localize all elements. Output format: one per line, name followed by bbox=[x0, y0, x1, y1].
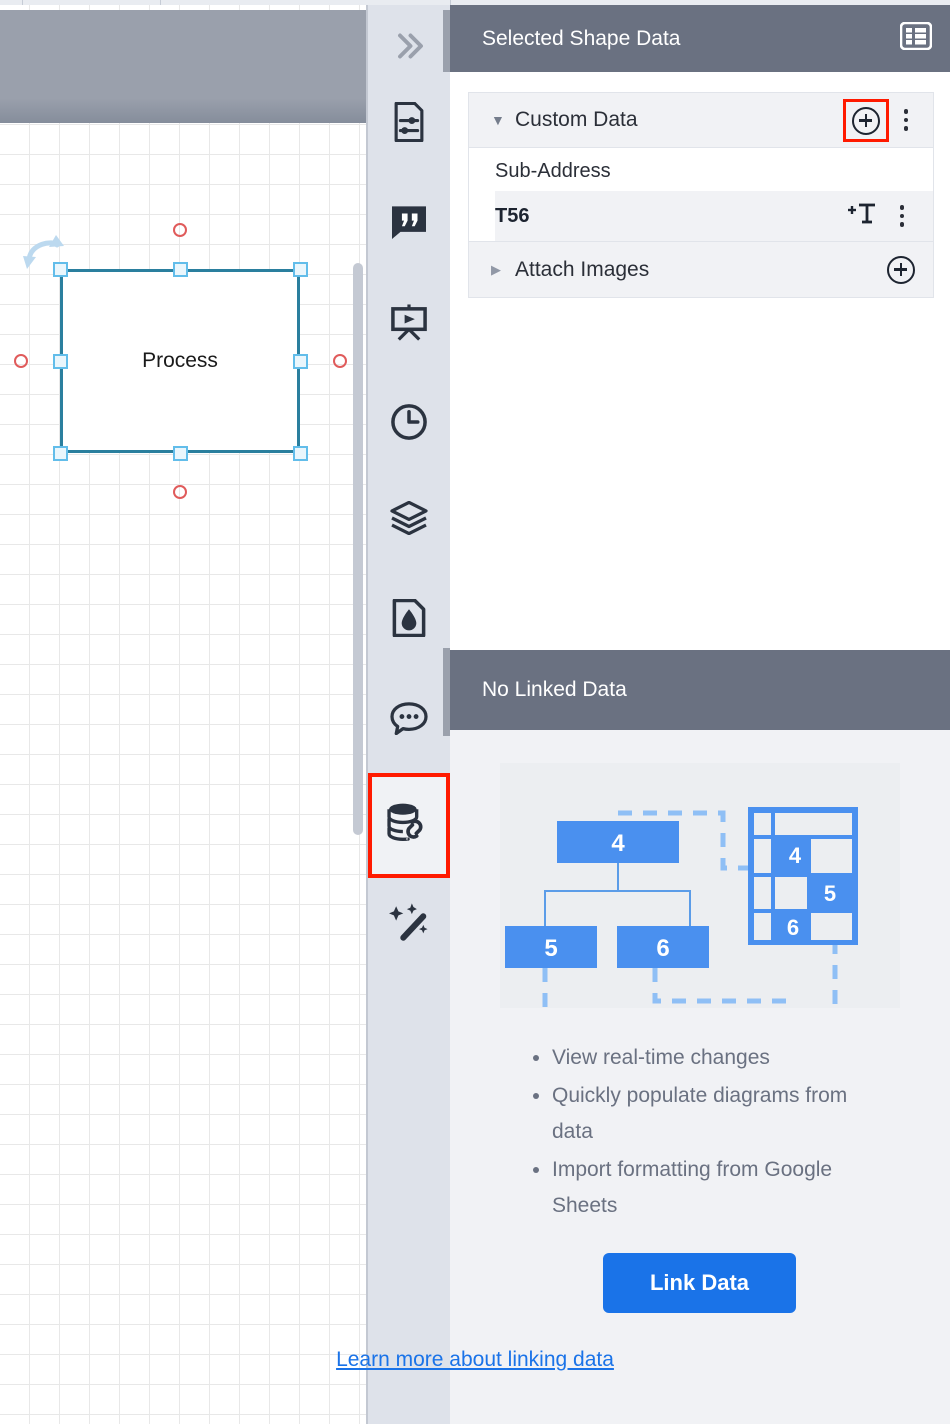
sidebar-item-format-document[interactable] bbox=[368, 81, 450, 167]
field-value-row[interactable]: T56 bbox=[495, 191, 933, 241]
presentation-play-icon bbox=[390, 303, 428, 346]
layers-icon bbox=[390, 500, 428, 540]
feature-bullet-list: View real-time changes Quickly populate … bbox=[528, 1040, 888, 1226]
linked-data-body: 4 5 6 4 5 6 • View real-time changes • Q… bbox=[450, 730, 950, 1424]
comment-dots-icon bbox=[390, 701, 428, 740]
attach-images-section-header[interactable]: ▶ Attach Images bbox=[468, 242, 934, 298]
linked-data-header: No Linked Data bbox=[450, 650, 950, 730]
canvas-vertical-scrollbar[interactable] bbox=[353, 263, 363, 835]
droplet-file-icon bbox=[391, 598, 427, 642]
linked-data-title: No Linked Data bbox=[482, 678, 627, 701]
resize-handle-ne[interactable] bbox=[293, 262, 308, 277]
svg-text:6: 6 bbox=[656, 935, 669, 962]
database-link-icon bbox=[386, 801, 432, 850]
sidebar-item-ai-tools[interactable] bbox=[368, 881, 450, 967]
chevron-down-icon[interactable]: ▼ bbox=[491, 112, 515, 128]
resize-handle-se[interactable] bbox=[293, 446, 308, 461]
svg-text:5: 5 bbox=[544, 935, 557, 962]
list-item: Quickly populate diagrams from data bbox=[552, 1078, 888, 1150]
add-custom-data-button-highlight[interactable] bbox=[843, 98, 889, 142]
clock-icon bbox=[390, 403, 428, 446]
resize-handle-sw[interactable] bbox=[53, 446, 68, 461]
sidebar-item-version-history[interactable] bbox=[368, 381, 450, 467]
linked-data-illustration: 4 5 6 4 5 6 bbox=[500, 763, 900, 1019]
field-kebab-menu[interactable] bbox=[891, 205, 913, 227]
sidebar-item-notes[interactable] bbox=[368, 181, 450, 267]
selected-shape[interactable]: Process bbox=[53, 262, 308, 461]
connection-point-bottom[interactable] bbox=[173, 485, 187, 499]
svg-text:6: 6 bbox=[787, 915, 799, 940]
connection-point-right[interactable] bbox=[333, 354, 347, 368]
right-panel: Selected Shape Data ▼ Custom Data Sub-Ad… bbox=[450, 5, 950, 1424]
page-title: Selected Shape Data bbox=[482, 26, 681, 50]
shape-label: Process bbox=[142, 349, 218, 372]
sidebar-item-comments[interactable] bbox=[368, 677, 450, 763]
learn-more-link[interactable]: Learn more about linking data bbox=[0, 1348, 950, 1372]
diagram-canvas[interactable]: Process bbox=[0, 5, 368, 1424]
double-chevron-right-icon bbox=[391, 28, 427, 69]
sidebar-item-present[interactable] bbox=[368, 281, 450, 367]
panel-header: Selected Shape Data bbox=[450, 5, 950, 72]
rail-scrollbar-top[interactable] bbox=[443, 10, 450, 72]
chevron-right-icon[interactable]: ▶ bbox=[491, 262, 515, 278]
resize-handle-e[interactable] bbox=[293, 354, 308, 369]
list-item: Import formatting from Google Sheets bbox=[552, 1152, 888, 1224]
list-item: View real-time changes bbox=[552, 1040, 888, 1076]
svg-text:4: 4 bbox=[611, 830, 625, 857]
rail-scrollbar-bottom[interactable] bbox=[443, 648, 450, 736]
svg-text:4: 4 bbox=[789, 843, 802, 868]
link-data-button[interactable]: Link Data bbox=[603, 1253, 796, 1313]
document-settings-icon bbox=[391, 101, 427, 147]
sidebar-item-linked-data[interactable] bbox=[368, 773, 450, 878]
canvas-overlay-panel bbox=[0, 10, 367, 123]
sidebar-item-layers[interactable] bbox=[368, 477, 450, 563]
resize-handle-n[interactable] bbox=[173, 262, 188, 277]
app-root: Process Selected Shape Data ▼ Custom Dat… bbox=[0, 0, 950, 1424]
custom-data-kebab-menu[interactable] bbox=[895, 109, 917, 131]
rotate-handle-icon[interactable] bbox=[22, 231, 64, 273]
quote-icon bbox=[390, 205, 428, 244]
tool-rail bbox=[368, 5, 450, 1424]
connection-point-left[interactable] bbox=[14, 354, 28, 368]
attach-images-label: Attach Images bbox=[515, 257, 650, 281]
connection-point-top[interactable] bbox=[173, 223, 187, 237]
add-image-plus-circle-icon[interactable] bbox=[887, 255, 915, 284]
shape-data-sections: ▼ Custom Data Sub-Address T56 ▶ Attach I… bbox=[468, 92, 934, 298]
resize-handle-s[interactable] bbox=[173, 446, 188, 461]
magic-wand-icon bbox=[389, 902, 429, 947]
svg-text:5: 5 bbox=[824, 881, 836, 906]
custom-data-section-header[interactable]: ▼ Custom Data bbox=[468, 92, 934, 148]
custom-data-label: Custom Data bbox=[515, 108, 638, 131]
field-key: Sub-Address bbox=[495, 160, 611, 182]
sidebar-item-theme[interactable] bbox=[368, 577, 450, 663]
plus-circle-icon[interactable] bbox=[852, 106, 880, 135]
field-value[interactable]: T56 bbox=[495, 205, 847, 228]
add-text-icon[interactable] bbox=[847, 201, 877, 232]
resize-handle-w[interactable] bbox=[53, 354, 68, 369]
table-list-icon[interactable] bbox=[899, 21, 933, 55]
sidebar-item-collapse-panel[interactable] bbox=[368, 5, 450, 91]
custom-data-fields: Sub-Address T56 bbox=[468, 148, 934, 242]
